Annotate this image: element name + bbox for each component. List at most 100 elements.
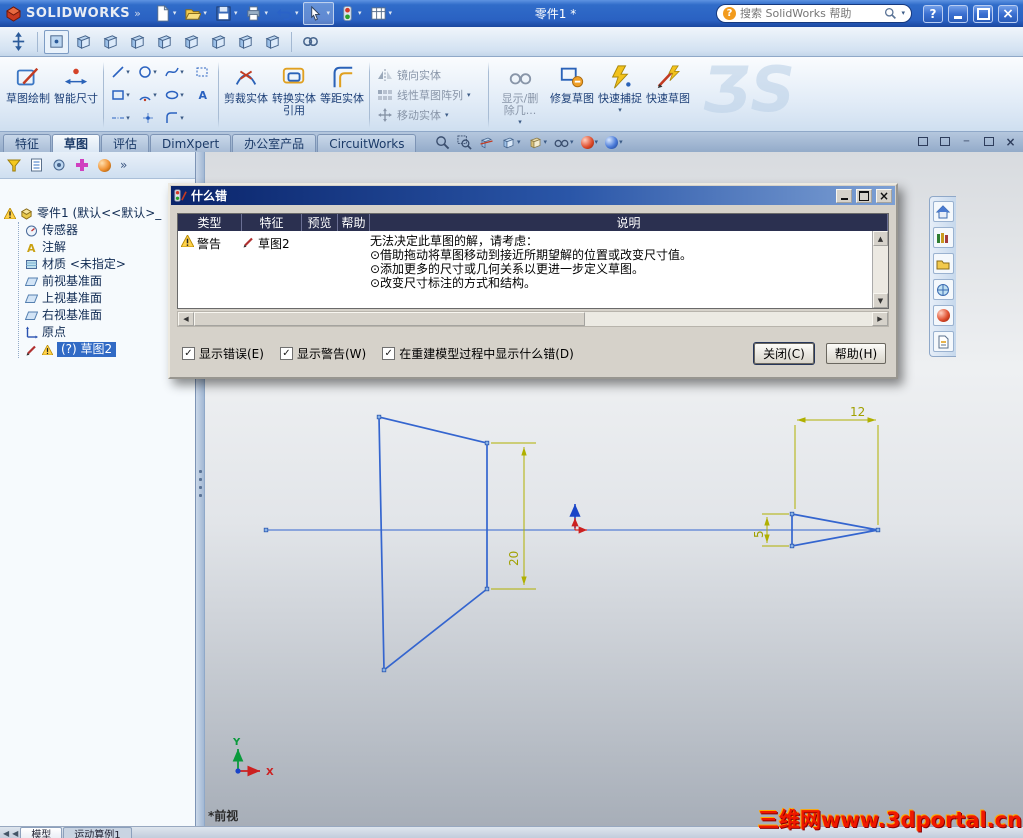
convert-entities-button[interactable]: 转换实体引用 (270, 60, 318, 130)
select-button[interactable] (303, 2, 334, 25)
help-dialog-button[interactable]: 帮助(H) (826, 342, 886, 364)
undo-button[interactable] (273, 2, 302, 25)
maximize-button[interactable] (973, 4, 993, 23)
options-button[interactable] (367, 2, 396, 25)
bottom-view-button[interactable] (206, 30, 231, 54)
minimize-button[interactable] (948, 4, 968, 23)
new-window-button[interactable] (915, 135, 930, 148)
column-preview[interactable]: 预览 (302, 214, 338, 231)
circle-tool-button[interactable] (134, 61, 161, 84)
horizontal-scrollbar[interactable]: ◀ ▶ (177, 311, 889, 327)
back-view-button[interactable] (98, 30, 123, 54)
scroll-down-button[interactable]: ▼ (873, 293, 888, 308)
left-view-button[interactable] (125, 30, 150, 54)
show-on-rebuild-checkbox[interactable]: 在重建模型过程中显示什么错(D) (382, 345, 574, 362)
view-selector-button[interactable] (260, 30, 285, 54)
motion-study-tab[interactable]: 运动算例1 (63, 827, 132, 838)
scrollbar-thumb[interactable] (194, 312, 585, 326)
tile-window-button[interactable] (937, 135, 952, 148)
help-button[interactable] (923, 4, 943, 23)
column-help[interactable]: 帮助 (338, 214, 370, 231)
vertical-scrollbar[interactable]: ▲ ▼ (872, 231, 888, 308)
linear-sketch-pattern-button[interactable]: 线性草图阵列 (377, 87, 485, 103)
display-delete-relations-button[interactable]: 显示/删除几... (492, 60, 548, 130)
filter-icon[interactable] (7, 159, 21, 172)
linear-pattern-caret[interactable] (467, 92, 471, 99)
toolbar-overflow-chevron[interactable] (134, 7, 141, 20)
rapid-sketch-button[interactable]: 快速草图 (644, 60, 692, 130)
dialog-minimize-button[interactable] (836, 188, 852, 203)
search-input[interactable] (740, 7, 881, 20)
custom-properties-icon[interactable] (932, 331, 954, 352)
sketch-button[interactable]: 草图绘制 (4, 60, 52, 130)
hide-show-items-button[interactable] (554, 135, 574, 150)
point-tool-button[interactable] (134, 107, 161, 130)
propertymanager-tab-icon[interactable] (52, 158, 66, 172)
tree-root[interactable]: 零件1 (默认<<默认>_ (4, 205, 193, 222)
centerline-tool-button[interactable] (107, 107, 134, 130)
ellipse-tool-button[interactable] (161, 84, 188, 107)
rectangle-tool-button[interactable] (107, 84, 134, 107)
rebuild-button[interactable] (336, 2, 365, 25)
displaymanager-tab-icon[interactable] (98, 158, 111, 172)
search-scope-caret[interactable] (901, 10, 905, 17)
tab-circuitworks[interactable]: CircuitWorks (317, 134, 417, 152)
tab-dimxpert[interactable]: DimXpert (150, 134, 232, 152)
print-button[interactable] (242, 2, 271, 25)
quick-snaps-button[interactable]: 快速捕捉 (596, 60, 644, 130)
repair-sketch-button[interactable]: 修复草图 (548, 60, 596, 130)
view-orientation-button[interactable] (501, 135, 521, 150)
open-button[interactable] (181, 2, 210, 25)
minimize-document-button[interactable] (959, 135, 974, 148)
zoom-fit-button[interactable] (435, 135, 450, 150)
save-button[interactable] (212, 2, 241, 25)
new-document-button[interactable] (151, 2, 180, 25)
search-icon[interactable] (884, 7, 897, 20)
fillet-tool-button[interactable] (161, 107, 188, 130)
quick-snaps-caret[interactable] (618, 107, 622, 114)
close-document-button[interactable] (1003, 135, 1018, 148)
column-type[interactable]: 类型 (178, 214, 242, 231)
top-view-button[interactable] (179, 30, 204, 54)
solidworks-resources-icon[interactable] (932, 201, 954, 222)
isometric-view-button[interactable] (233, 30, 258, 54)
move-entities-caret[interactable] (445, 112, 449, 119)
scroll-left-button[interactable]: ◀ (178, 312, 194, 326)
tab-features[interactable]: 特征 (3, 134, 52, 152)
dialog-titlebar[interactable]: 什么错 (171, 186, 895, 205)
front-view-button[interactable] (71, 30, 96, 54)
featuremanager-tab-icon[interactable] (30, 158, 43, 172)
construction-rectangle-tool-button[interactable] (188, 61, 215, 84)
tab-scroll-left-button[interactable] (11, 827, 19, 838)
scroll-right-button[interactable]: ▶ (872, 312, 888, 326)
arc-tool-button[interactable] (134, 84, 161, 107)
design-library-icon[interactable] (932, 227, 954, 248)
dialog-close-button[interactable] (876, 188, 892, 203)
dialog-maximize-button[interactable] (856, 188, 872, 203)
mirror-entities-button[interactable]: 镜向实体 (377, 67, 485, 83)
text-tool-button[interactable]: A (188, 84, 215, 107)
tab-office-products[interactable]: 办公室产品 (232, 134, 317, 152)
trim-entities-button[interactable]: 剪裁实体 (222, 60, 270, 130)
model-tab[interactable]: 模型 (20, 827, 63, 838)
column-feature[interactable]: 特征 (242, 214, 302, 231)
scroll-up-button[interactable]: ▲ (873, 231, 888, 246)
restore-document-button[interactable] (981, 135, 996, 148)
show-errors-checkbox[interactable]: 显示错误(E) (182, 345, 264, 362)
configurationmanager-tab-icon[interactable] (75, 158, 89, 172)
appearances-icon[interactable] (932, 305, 954, 326)
tab-scroll-left-button[interactable] (2, 827, 10, 838)
smart-dimension-button[interactable]: 智能尺寸 (52, 60, 100, 130)
display-delete-caret[interactable] (518, 119, 522, 126)
offset-entities-button[interactable]: 等距实体 (318, 60, 366, 130)
error-row[interactable]: 警告 草图2 无法决定此草图的解，请考虑： ⊙借助拖动将草图移动到接近所期望解的… (178, 231, 872, 308)
file-explorer-icon[interactable] (932, 253, 954, 274)
right-view-button[interactable] (152, 30, 177, 54)
spline-tool-button[interactable] (161, 61, 188, 84)
splitter-grip[interactable] (199, 470, 202, 497)
edit-appearance-button[interactable] (580, 135, 599, 149)
arrow-tool-button[interactable] (6, 30, 31, 54)
normal-to-view-button[interactable] (44, 29, 69, 54)
display-style-button[interactable] (528, 135, 548, 150)
tab-evaluate[interactable]: 评估 (101, 134, 150, 152)
